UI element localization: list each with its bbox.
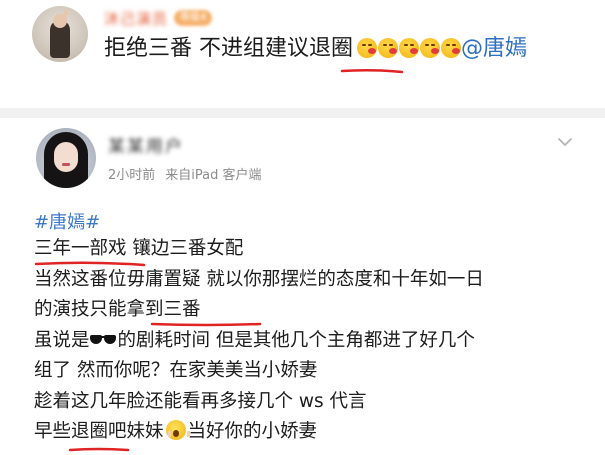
kissing-emoji-icon: [357, 38, 461, 58]
chevron-down-icon[interactable]: [556, 133, 574, 151]
comment-text: 拒绝三番 不进组建议退圈 @唐嫣: [104, 34, 574, 64]
post-meta: 2小时前 来自iPad 客户端: [108, 164, 262, 183]
comment-username[interactable]: 沐己演员 等级4: [104, 9, 213, 28]
comment-card: 沐己演员 等级4 拒绝三番 不进组建议退圈 @唐嫣: [0, 0, 605, 108]
post-username[interactable]: 某某用户: [108, 132, 184, 157]
post-line: 三年一部戏 镶边三番女配: [34, 238, 244, 259]
post-line: 的演技只能拿到三番: [34, 299, 201, 320]
screenshot: 沐己演员 等级4 拒绝三番 不进组建议退圈 @唐嫣 某某用户 2小时前 来自iPa…: [0, 0, 605, 455]
post-text: 的剧耗时间 但是其他几个主角都进了好几个: [117, 329, 475, 351]
post-line: 早些退圈吧妹妹 当好你的小娇妻: [34, 417, 594, 448]
post-line: 组了 然而你呢？在家美美当小娇妻: [34, 360, 318, 381]
avatar[interactable]: [32, 6, 88, 62]
post-text: 虽说是: [34, 329, 90, 351]
screaming-emoji-icon: [165, 420, 190, 440]
username-text: 沐己演员: [104, 9, 169, 28]
post-text: 早些退圈吧妹妹: [34, 421, 164, 442]
post-text: 当好你的小娇妻: [187, 421, 318, 442]
level-badge: 等级4: [174, 10, 213, 26]
hashtag-link[interactable]: #唐嫣#: [34, 208, 100, 234]
post-source: 来自iPad 客户端: [165, 168, 262, 183]
post-card: 某某用户 2小时前 来自iPad 客户端 #唐嫣# 三年一部戏 镶边三番女配 当…: [0, 118, 605, 455]
post-body: 三年一部戏 镶边三番女配 当然这番位毋庸置疑 就以你那摆烂的态度和十年如一日 的…: [34, 234, 594, 448]
post-line: 趁着这几年脸还能看再多接几个 ws 代言: [34, 390, 367, 412]
mention-link[interactable]: @唐嫣: [461, 36, 527, 61]
avatar[interactable]: [36, 128, 96, 188]
comment-body: 拒绝三番 不进组建议退圈: [104, 36, 353, 61]
post-line: 当然这番位毋庸置疑 就以你那摆烂的态度和十年如一日: [34, 268, 484, 290]
post-line: 虽说是 的剧耗时间 但是其他几个主角都进了好几个: [34, 326, 594, 357]
underline-mark: [340, 68, 404, 74]
post-time: 2小时前: [108, 168, 156, 183]
sunglasses-emoji-icon: [89, 333, 118, 345]
divider: [0, 108, 605, 118]
